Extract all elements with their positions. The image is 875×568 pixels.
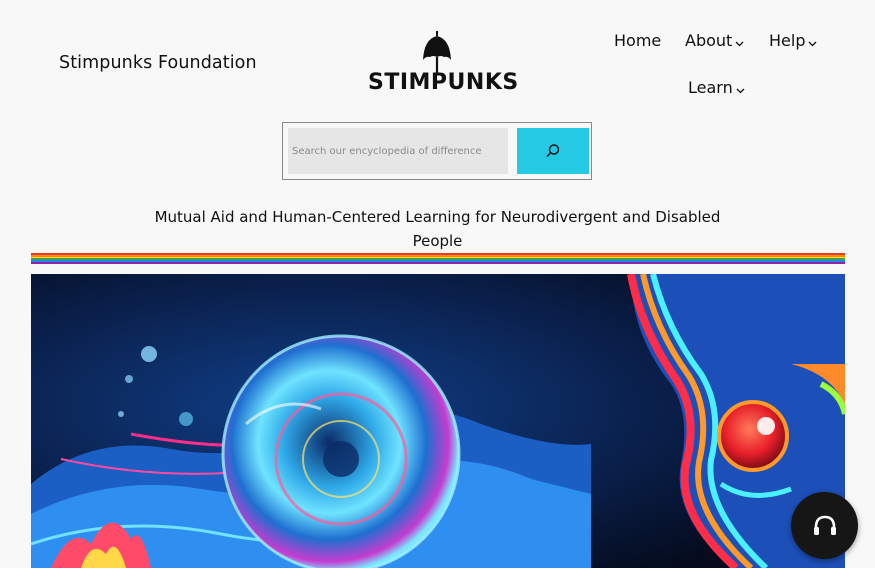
chevron-down-icon	[736, 79, 745, 98]
chevron-down-icon	[808, 32, 817, 51]
nav-learn[interactable]: Learn	[688, 78, 745, 98]
rainbow-divider	[31, 253, 845, 264]
nav-about-label: About	[685, 31, 733, 50]
nav-about[interactable]: About	[685, 31, 744, 51]
site-title[interactable]: Stimpunks Foundation	[59, 53, 257, 73]
stimpunks-logo[interactable]: STIMPUNKS	[368, 30, 519, 96]
search-form	[282, 122, 592, 180]
rainbow-stripe-purple	[31, 262, 845, 264]
site-tagline: Mutual Aid and Human-Centered Learning f…	[154, 208, 721, 250]
nav-help[interactable]: Help	[769, 31, 817, 51]
search-button[interactable]	[517, 128, 589, 174]
chevron-down-icon	[735, 32, 744, 51]
search-icon	[546, 144, 560, 158]
nav-help-label: Help	[769, 31, 806, 50]
audio-player-button[interactable]	[791, 492, 858, 559]
nav-learn-label: Learn	[688, 78, 733, 97]
hero-image	[31, 274, 845, 568]
search-input[interactable]	[288, 128, 508, 174]
umbrella-icon	[423, 31, 451, 74]
logo-wordmark: STIMPUNKS	[368, 70, 519, 95]
nav-home-label: Home	[614, 31, 662, 50]
headphones-icon	[813, 515, 836, 535]
psychedelic-art-image	[31, 274, 845, 568]
nav-home[interactable]: Home	[614, 31, 661, 50]
